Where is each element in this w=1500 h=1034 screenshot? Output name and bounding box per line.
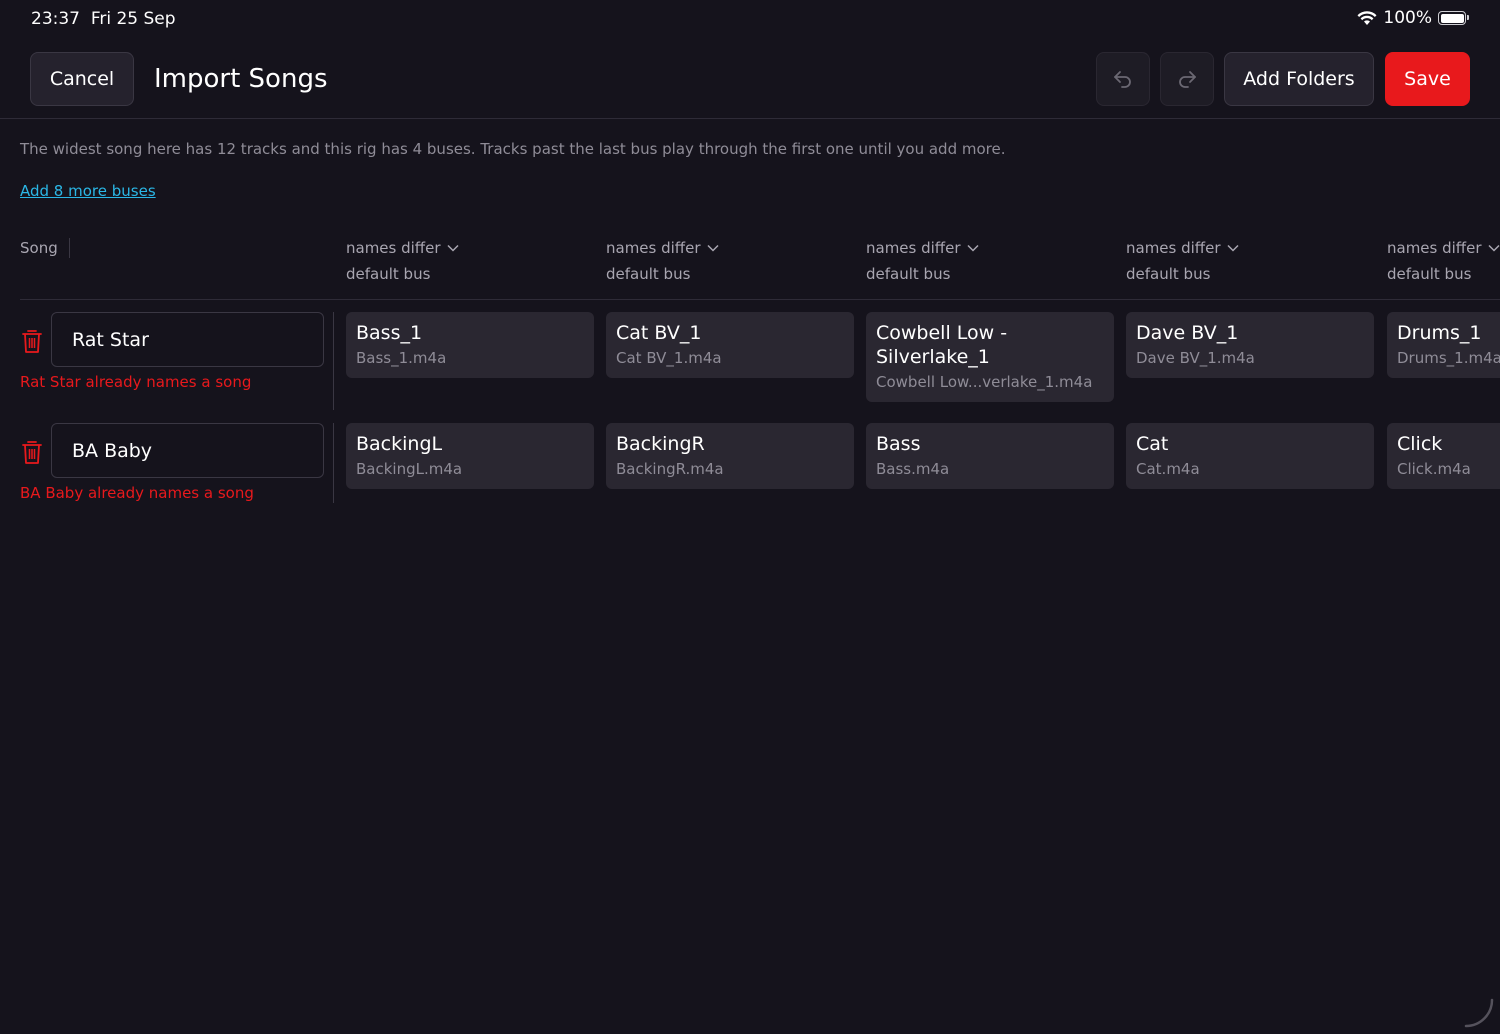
track-name: Cat (1136, 433, 1169, 455)
header-divider (20, 299, 1500, 300)
song-name-error: BA Baby already names a song (20, 484, 254, 502)
bus-subtitle: default bus (346, 265, 431, 283)
song-name-field[interactable]: BA Baby (51, 423, 324, 478)
bus-column-header[interactable]: names differ default bus (866, 239, 1114, 283)
bus-name: names differ (1126, 239, 1221, 257)
redo-button[interactable] (1160, 52, 1214, 106)
track-card[interactable]: Click Click.m4a (1387, 423, 1500, 489)
page-title: Import Songs (154, 64, 328, 94)
wifi-icon (1357, 10, 1377, 25)
status-date: Fri 25 Sep (90, 9, 176, 29)
bus-column-header[interactable]: names differ default bus (1387, 239, 1500, 283)
track-name: Cowbell Low - Silverlake_1 (876, 322, 1008, 368)
undo-button[interactable] (1096, 52, 1150, 106)
track-card[interactable]: Dave BV_1 Dave BV_1.m4a (1126, 312, 1374, 378)
battery-icon (1438, 11, 1469, 25)
track-card[interactable]: Cat Cat.m4a (1126, 423, 1374, 489)
trash-icon[interactable] (21, 439, 43, 465)
bus-name: names differ (1387, 239, 1482, 257)
song-name-error: Rat Star already names a song (20, 373, 252, 391)
track-name: Dave BV_1 (1136, 322, 1239, 344)
status-clock: 23:37 (31, 9, 80, 29)
nav-bar: Cancel Import Songs Add Folders Save (0, 52, 1500, 118)
track-name: Bass (876, 433, 921, 455)
bus-subtitle: default bus (1126, 265, 1211, 283)
chevron-down-icon (447, 244, 459, 252)
battery-percent: 100% (1383, 8, 1432, 28)
save-button[interactable]: Save (1385, 52, 1470, 106)
track-card[interactable]: BackingR BackingR.m4a (606, 423, 854, 489)
status-time: 23:37 Fri 25 Sep (31, 9, 176, 29)
bus-column-header[interactable]: names differ default bus (606, 239, 854, 283)
resize-corner-icon (1464, 998, 1494, 1028)
redo-icon (1179, 71, 1196, 88)
track-file: Bass_1.m4a (356, 349, 447, 367)
track-file: Cowbell Low...verlake_1.m4a (876, 373, 1093, 391)
track-file: BackingL.m4a (356, 460, 463, 478)
track-name: BackingR (616, 433, 705, 455)
chevron-down-icon (707, 244, 719, 252)
row-separator (333, 423, 334, 503)
track-name: Cat BV_1 (616, 322, 702, 344)
add-buses-link[interactable]: Add 8 more buses (20, 182, 156, 200)
track-name: Click (1397, 433, 1443, 455)
chevron-down-icon (1488, 244, 1500, 252)
bus-name: names differ (866, 239, 961, 257)
column-resize-handle[interactable] (69, 238, 70, 258)
bus-column-header[interactable]: names differ default bus (346, 239, 594, 283)
add-folders-button[interactable]: Add Folders (1224, 52, 1374, 106)
track-name: Bass_1 (356, 322, 423, 344)
bus-name: names differ (606, 239, 701, 257)
track-file: Bass.m4a (876, 460, 950, 478)
track-file: Drums_1.m4a (1397, 349, 1500, 367)
track-file: Dave BV_1.m4a (1136, 349, 1255, 367)
track-file: BackingR.m4a (616, 460, 724, 478)
bus-column-header[interactable]: names differ default bus (1126, 239, 1374, 283)
track-file: Cat BV_1.m4a (616, 349, 722, 367)
cancel-button[interactable]: Cancel (30, 52, 134, 106)
battery-level (1440, 13, 1464, 23)
track-card[interactable]: Bass_1 Bass_1.m4a (346, 312, 594, 378)
track-card[interactable]: Bass Bass.m4a (866, 423, 1114, 489)
chevron-down-icon (1227, 244, 1239, 252)
track-name: BackingL (356, 433, 443, 455)
song-name-field[interactable]: Rat Star (51, 312, 324, 367)
track-card[interactable]: BackingL BackingL.m4a (346, 423, 594, 489)
bus-subtitle: default bus (1387, 265, 1472, 283)
undo-icon (1114, 71, 1131, 88)
bus-info-message: The widest song here has 12 tracks and t… (20, 140, 1006, 158)
chevron-down-icon (967, 244, 979, 252)
track-file: Click.m4a (1397, 460, 1471, 478)
song-column-header: Song (20, 239, 58, 257)
track-file: Cat.m4a (1136, 460, 1200, 478)
bus-name: names differ (346, 239, 441, 257)
track-card[interactable]: Cowbell Low - Silverlake_1 Cowbell Low..… (866, 312, 1114, 402)
nav-divider (0, 118, 1500, 119)
track-name: Drums_1 (1397, 322, 1482, 344)
trash-icon[interactable] (21, 328, 43, 354)
track-card[interactable]: Cat BV_1 Cat BV_1.m4a (606, 312, 854, 378)
bus-subtitle: default bus (866, 265, 951, 283)
row-separator (333, 312, 334, 410)
import-songs-screen: 23:37 Fri 25 Sep 100% Cancel Import Song… (0, 0, 1500, 1034)
bus-subtitle: default bus (606, 265, 691, 283)
track-card[interactable]: Drums_1 Drums_1.m4a (1387, 312, 1500, 378)
status-indicators: 100% (1357, 8, 1469, 28)
status-bar: 23:37 Fri 25 Sep 100% (0, 0, 1500, 40)
